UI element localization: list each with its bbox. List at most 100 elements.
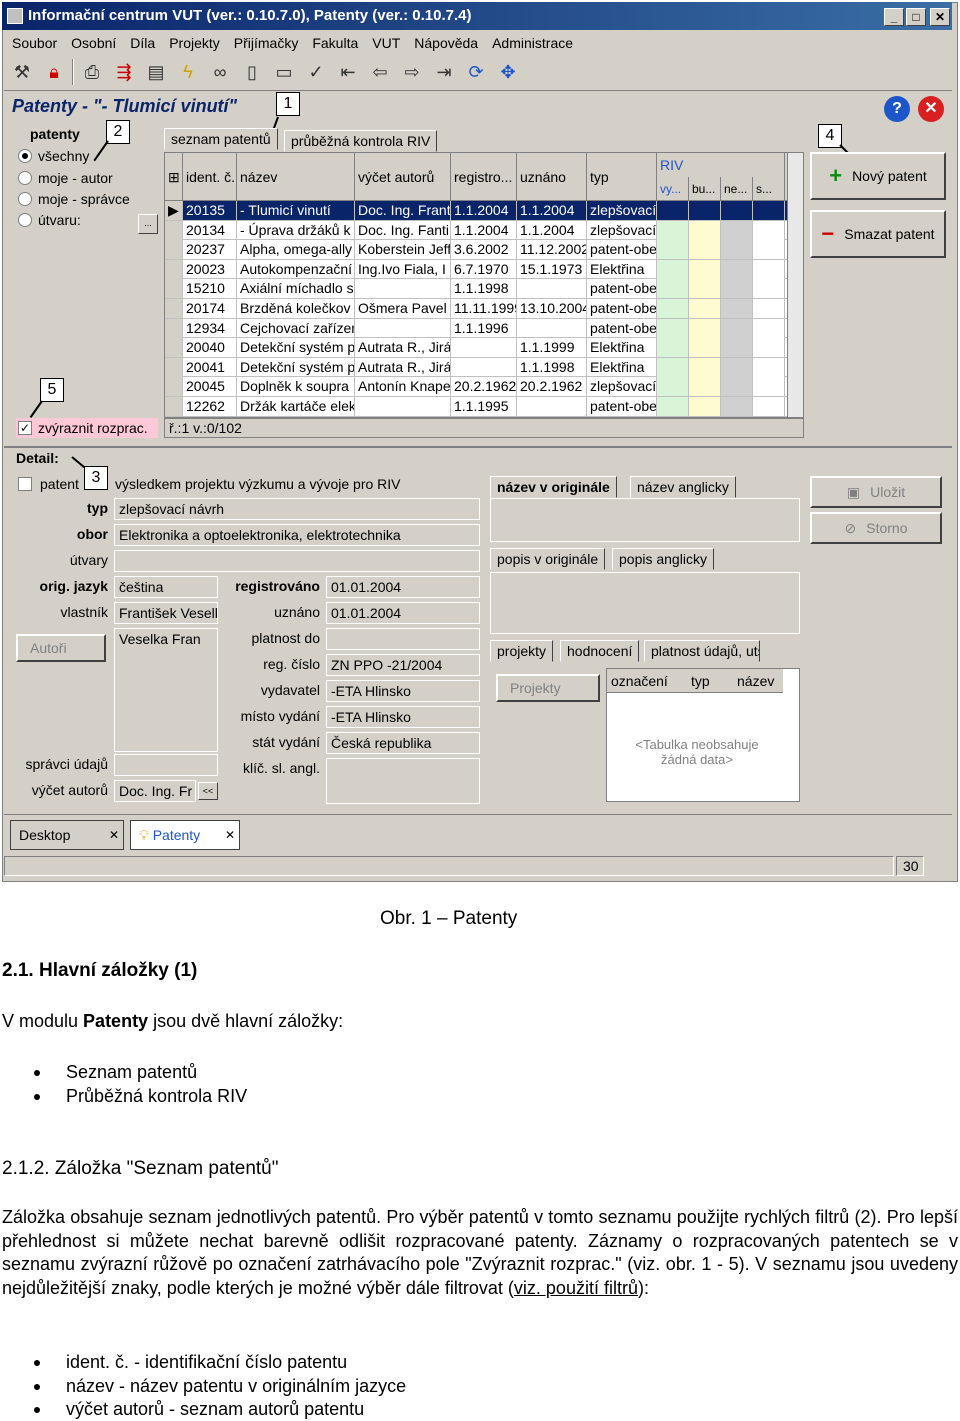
prev-record-icon[interactable]: ⇦	[366, 58, 394, 86]
row-indicator[interactable]	[165, 279, 183, 299]
menu-dila[interactable]: Díla	[130, 32, 155, 54]
refresh-icon[interactable]: ⟳	[462, 58, 490, 86]
field-vlastnik[interactable]: František Veselk	[114, 602, 218, 624]
col-riv-s[interactable]: s...	[753, 177, 785, 201]
field-stat[interactable]: Česká republika	[326, 732, 480, 754]
field-uznano[interactable]: 01.01.2004	[326, 602, 480, 624]
tab-patent-list[interactable]: seznam patentů	[164, 128, 278, 150]
row-indicator[interactable]: ▶	[165, 201, 183, 220]
field-spravci[interactable]	[114, 754, 218, 776]
task-patenty[interactable]: 💡︎ Patenty ✕	[130, 820, 240, 850]
row-indicator[interactable]	[165, 220, 183, 240]
minus-icon[interactable]: ▭	[270, 58, 298, 86]
field-registrovano[interactable]: 01.01.2004	[326, 576, 480, 598]
last-record-icon[interactable]: ⇥	[430, 58, 458, 86]
maximize-button[interactable]: □	[906, 8, 926, 26]
table-row[interactable]: 20134- Úprava držáků k Doc. Ing. Fanti 1.1…	[165, 220, 803, 241]
help-button[interactable]: ?	[884, 96, 910, 122]
tab-riv-check[interactable]: průběžná kontrola RIV	[284, 130, 438, 152]
col-uznano[interactable]: uznáno	[517, 153, 587, 201]
menu-vut[interactable]: VUT	[372, 32, 400, 54]
checkbox-checked-icon[interactable]: ✓	[18, 421, 32, 435]
col-oznaceni[interactable]: označení	[611, 669, 668, 693]
col-registrovano[interactable]: registro...	[451, 153, 517, 201]
field-typ[interactable]: zlepšovací návrh	[114, 498, 480, 520]
desc-memo[interactable]	[490, 572, 800, 634]
highlight-checkbox-row[interactable]: ✓ zvýraznit rozprac.	[16, 418, 158, 438]
filters-link[interactable]: viz. použití filtrů	[514, 1278, 638, 1298]
grid-vscrollbar[interactable]	[787, 153, 803, 417]
row-indicator[interactable]	[165, 318, 183, 338]
menu-osobni[interactable]: Osobní	[71, 32, 116, 54]
row-indicator[interactable]	[165, 338, 183, 358]
save-icon[interactable]: ▤	[142, 58, 170, 86]
table-row[interactable]: 20174 Brzděná kolečkov Ošmera Pavel 11.11.1…	[165, 299, 803, 319]
field-reg[interactable]: ZN PPO -21/2004	[326, 654, 480, 676]
projekty-button[interactable]: Projekty	[496, 674, 600, 702]
col-riv-ne[interactable]: ne...	[721, 177, 753, 201]
field-platnost[interactable]	[326, 628, 480, 650]
close-icon[interactable]: ✕	[225, 821, 235, 849]
table-row[interactable]: 20237 Alpha, omega-ally Koberstein Jeff 3.6…	[165, 240, 803, 260]
row-indicator[interactable]	[165, 357, 183, 377]
table-row[interactable]: 20041 Detekční systém p Autrata R., Jirá 1.…	[165, 357, 803, 378]
col-riv[interactable]: RIV	[657, 153, 785, 177]
filter-option-admin[interactable]: moje - správce	[18, 191, 130, 207]
new-patent-button[interactable]: + Nový patent	[810, 152, 946, 200]
network-icon[interactable]: ✥	[494, 58, 522, 86]
minimize-button[interactable]: _	[884, 8, 904, 26]
menu-napoveda[interactable]: Nápověda	[414, 32, 478, 54]
row-indicator[interactable]	[165, 377, 183, 397]
field-vydavatel[interactable]: -ETA Hlinsko	[326, 680, 480, 702]
flash-icon[interactable]: ϟ	[174, 58, 202, 86]
table-row[interactable]: 12262 Držák kartáče elek 1.1.1995 patent-ob…	[165, 397, 803, 417]
export-icon[interactable]: ⇶	[110, 58, 138, 86]
menu-prijimacky[interactable]: Přijímačky	[234, 32, 299, 54]
table-row[interactable]: ▶ 20135- Tlumicí vinutí Doc. Ing. Frant 1.1…	[165, 201, 803, 221]
unit-select-button[interactable]: ...	[138, 214, 158, 234]
table-row[interactable]: 20040 Detekční systém p Autrata R., Jirá 1.…	[165, 338, 803, 358]
next-record-icon[interactable]: ⇨	[398, 58, 426, 86]
new-doc-icon[interactable]: ▯	[238, 58, 266, 86]
row-indicator[interactable]	[165, 299, 183, 318]
menu-projekty[interactable]: Projekty	[169, 32, 220, 54]
panel-close-button[interactable]: ✕	[918, 96, 944, 122]
field-obor[interactable]: Elektronika a optoelektronika, elektrote…	[114, 524, 480, 546]
lock-icon[interactable]: 🔒︎	[40, 58, 68, 86]
field-klic[interactable]	[326, 758, 480, 804]
tab-projekty[interactable]: projekty	[490, 640, 554, 662]
table-row[interactable]: 15210 Axiální míchadlo s 1.1.1998 patent-ob…	[165, 279, 803, 299]
tab-desc-original[interactable]: popis v originále	[490, 548, 606, 570]
filter-option-all[interactable]: všechny	[18, 148, 89, 164]
tools-icon[interactable]: ⚒	[8, 58, 36, 86]
first-record-icon[interactable]: ⇤	[334, 58, 362, 86]
col-nazev[interactable]: název	[237, 153, 355, 201]
tab-name-english[interactable]: název anglicky	[630, 476, 736, 498]
col-ident[interactable]: ident. č.	[183, 153, 237, 201]
field-utvary[interactable]	[114, 550, 480, 572]
autori-button[interactable]: Autoři	[16, 634, 106, 662]
table-row[interactable]: 12934 Cejchovací zařízen 1.1.1996 patent-ob…	[165, 318, 803, 339]
field-misto[interactable]: -ETA Hlinsko	[326, 706, 480, 728]
name-memo[interactable]	[490, 498, 800, 542]
window-close-button[interactable]: ✕	[930, 8, 950, 26]
patent-riv-checkbox-row[interactable]: patent výsledkem projektu výzkumu a vývo…	[18, 476, 401, 492]
task-desktop[interactable]: Desktop ✕	[10, 820, 124, 850]
col-riv-bu[interactable]: bu...	[689, 177, 721, 201]
row-indicator[interactable]	[165, 240, 183, 260]
binoculars-icon[interactable]: ∞	[206, 58, 234, 86]
tab-hodnoceni[interactable]: hodnocení	[560, 640, 640, 662]
print-icon[interactable]: ⎙	[78, 58, 106, 86]
row-indicator[interactable]	[165, 397, 183, 416]
menu-soubor[interactable]: Soubor	[12, 32, 57, 54]
close-icon[interactable]: ✕	[109, 821, 119, 849]
filter-option-author[interactable]: moje - autor	[18, 170, 113, 186]
field-vycet[interactable]: Doc. Ing. Fr	[114, 780, 196, 802]
tab-desc-english[interactable]: popis anglicky	[612, 548, 714, 570]
field-jazyk[interactable]: čeština	[114, 576, 218, 598]
table-row[interactable]: 20023 Autokompenzační Ing.Ivo Fiala, I 6.7.…	[165, 259, 803, 280]
col-proj-typ[interactable]: typ	[691, 669, 710, 693]
tab-platnost[interactable]: platnost údajů, uts	[644, 640, 760, 662]
menu-administrace[interactable]: Administrace	[492, 32, 573, 54]
col-riv-vy[interactable]: vy...	[657, 177, 689, 201]
